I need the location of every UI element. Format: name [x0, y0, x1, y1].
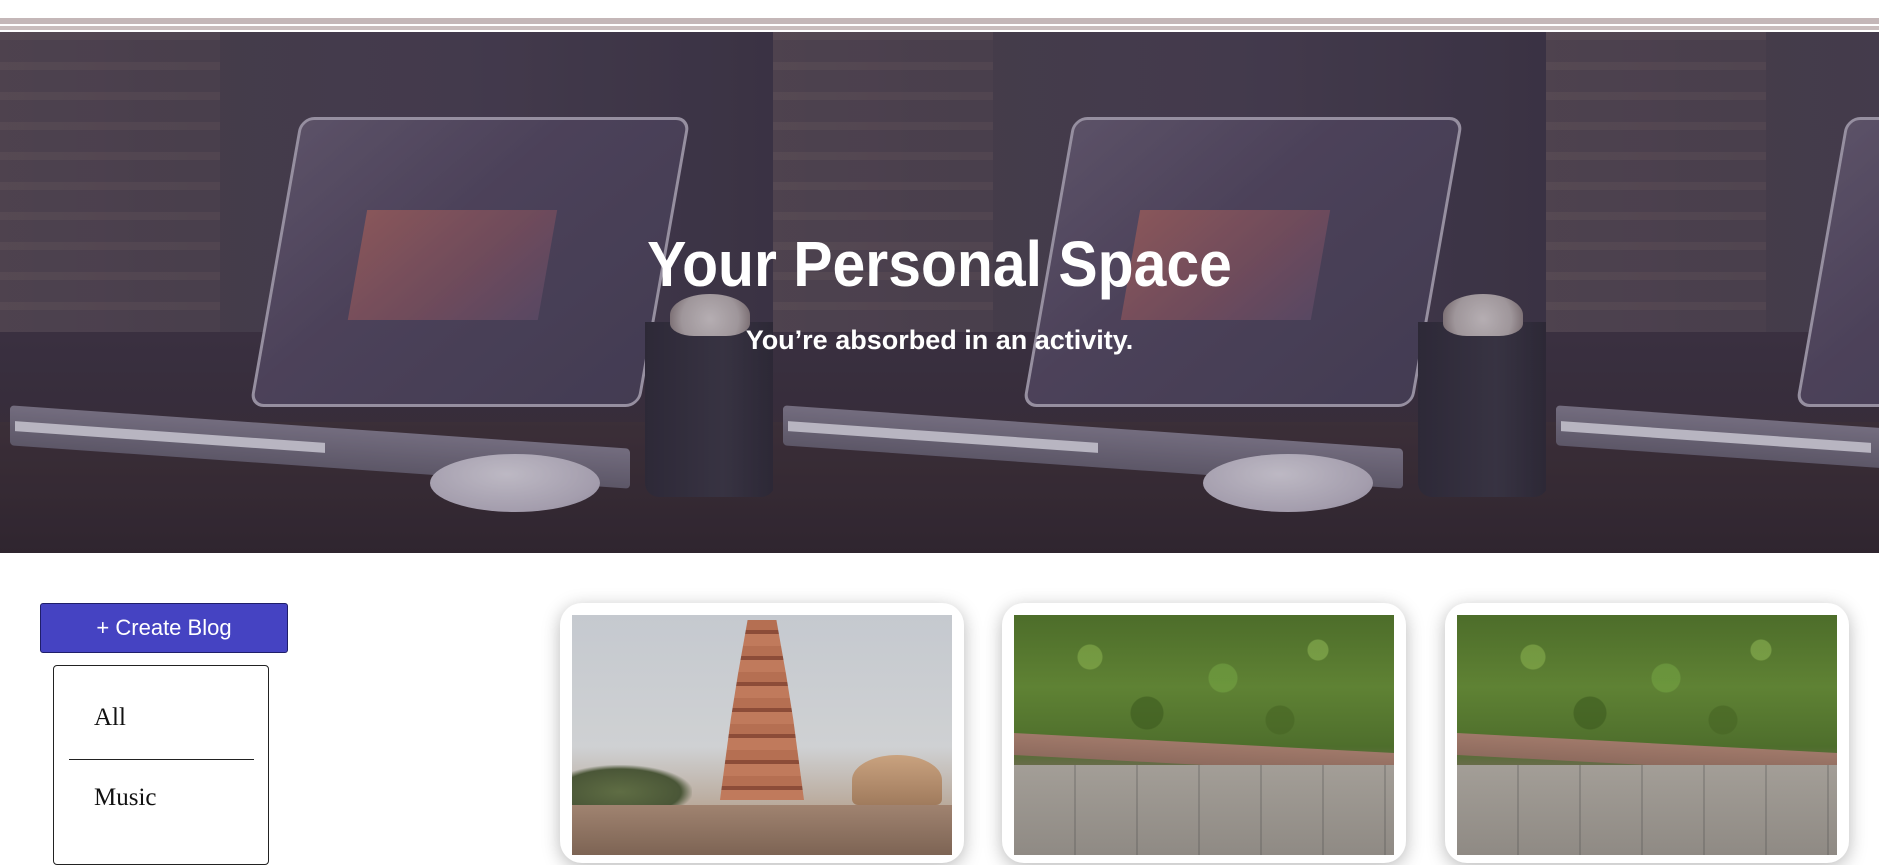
category-list: All Music — [53, 665, 269, 865]
blog-card[interactable] — [1002, 603, 1406, 863]
top-divider-secondary — [0, 26, 1879, 30]
blog-card[interactable] — [1445, 603, 1849, 863]
hero-title: Your Personal Space — [647, 228, 1232, 300]
blog-card-image — [1014, 615, 1394, 855]
category-divider — [69, 759, 254, 760]
blog-card-image — [1457, 615, 1837, 855]
top-divider — [0, 18, 1879, 24]
blog-card[interactable] — [560, 603, 964, 863]
create-blog-button[interactable]: + Create Blog — [40, 603, 288, 653]
hero-banner: Your Personal Space You’re absorbed in a… — [0, 32, 1879, 553]
blog-card-image — [572, 615, 952, 855]
category-item-music[interactable]: Music — [94, 784, 157, 812]
category-item-all[interactable]: All — [94, 704, 126, 732]
hero-subtitle: You’re absorbed in an activity. — [745, 325, 1134, 355]
